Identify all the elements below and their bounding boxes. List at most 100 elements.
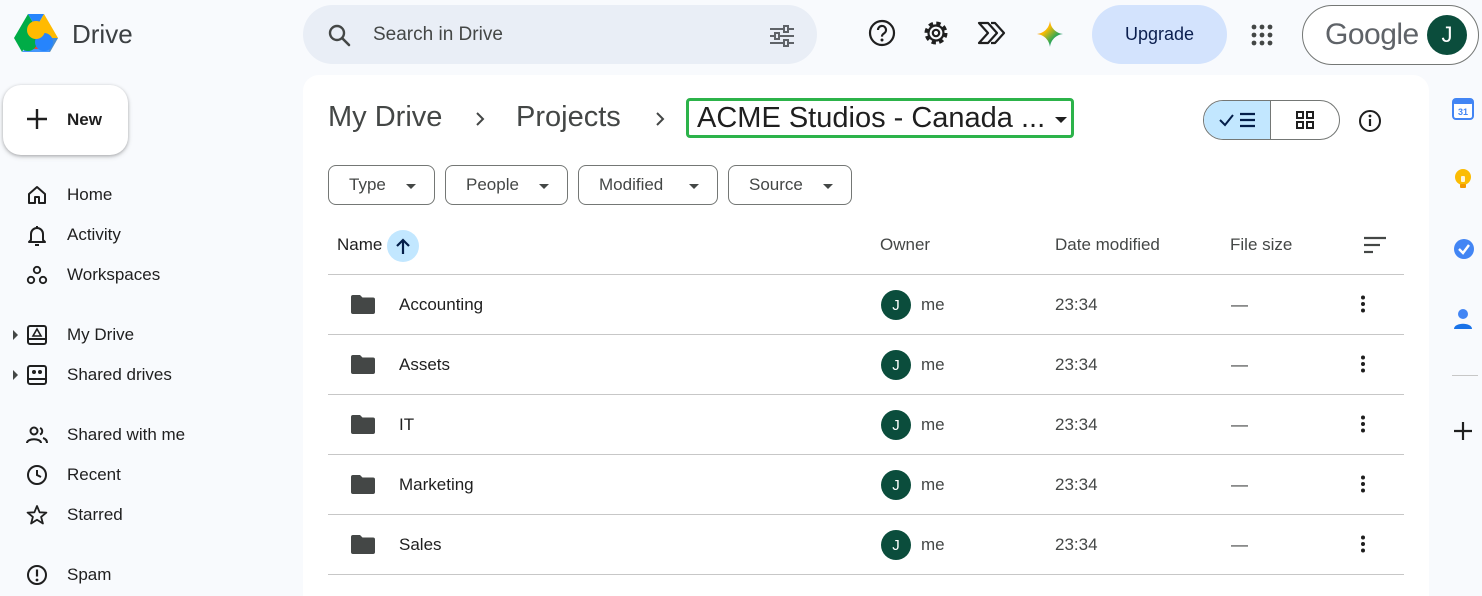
clock-icon (27, 465, 47, 485)
table-row[interactable]: Accounting J me 23:34 — (328, 274, 1404, 334)
sidebar-item-spam[interactable]: Spam (0, 557, 290, 593)
column-header-date-modified[interactable]: Date modified (1055, 235, 1160, 255)
table-row[interactable]: Marketing J me 23:34 — (328, 454, 1404, 514)
sort-options-icon[interactable] (1363, 236, 1387, 254)
info-icon[interactable] (1358, 109, 1382, 133)
tune-icon[interactable] (769, 25, 795, 47)
breadcrumb-my-drive[interactable]: My Drive (328, 101, 442, 134)
breadcrumb-current-folder[interactable]: ACME Studios - Canada ... (686, 98, 1074, 138)
calendar-icon[interactable]: 31 (1452, 98, 1474, 120)
file-size: — (1231, 535, 1248, 554)
expand-caret-icon[interactable] (13, 330, 18, 340)
sidebar-item-label: Shared with me (67, 425, 186, 444)
main-panel: My Drive Projects ACME Studios - Canada … (303, 75, 1429, 596)
sidebar-item-label: Recent (67, 465, 121, 484)
column-header-name[interactable]: Name (337, 235, 382, 255)
folder-icon (351, 415, 375, 434)
spam-icon (27, 565, 47, 585)
owner-name: me (921, 355, 945, 374)
more-options-icon[interactable] (1360, 535, 1366, 553)
file-name[interactable]: Accounting (399, 295, 483, 315)
new-button-label: New (67, 110, 102, 129)
search-icon[interactable] (327, 23, 351, 47)
file-name[interactable]: IT (399, 415, 414, 435)
more-options-icon[interactable] (1360, 355, 1366, 373)
search-bar[interactable]: Search in Drive (303, 5, 817, 64)
file-size: — (1231, 355, 1248, 374)
breadcrumb-projects[interactable]: Projects (516, 101, 621, 134)
app-name: Drive (72, 18, 133, 49)
home-icon (28, 186, 46, 204)
list-view-button[interactable] (1204, 101, 1272, 139)
more-options-icon[interactable] (1360, 295, 1366, 313)
settings-icon[interactable] (922, 19, 950, 47)
upgrade-button[interactable]: Upgrade (1092, 5, 1227, 64)
add-icon[interactable] (1452, 420, 1474, 442)
folder-icon (351, 535, 375, 554)
dropdown-arrow-icon (539, 184, 549, 189)
sidebar-item-recent[interactable]: Recent (0, 457, 290, 493)
file-name[interactable]: Sales (399, 535, 442, 555)
filter-modified[interactable]: Modified (578, 165, 718, 205)
chevron-right-icon (656, 112, 665, 126)
filter-label: People (466, 175, 519, 194)
filter-source[interactable]: Source (728, 165, 852, 205)
table-row[interactable]: Assets J me 23:34 — (328, 334, 1404, 394)
sidebar-item-shared-drives[interactable]: Shared drives (0, 357, 290, 393)
sidebar-item-label: Activity (67, 225, 121, 244)
sidebar-item-shared-with-me[interactable]: Shared with me (0, 417, 290, 453)
sidebar-item-activity[interactable]: Activity (0, 217, 290, 253)
chevron-right-icon (476, 112, 485, 126)
arrow-up-icon (396, 238, 410, 254)
filter-label: Type (349, 175, 386, 194)
view-toggle[interactable] (1203, 100, 1340, 140)
owner-avatar: J (881, 350, 911, 380)
grid-view-button[interactable] (1271, 101, 1339, 139)
avatar[interactable]: J (1427, 15, 1467, 55)
sidebar-item-label: Home (67, 185, 113, 204)
sidebar-item-label: My Drive (67, 325, 135, 344)
gemini-icon[interactable] (1037, 21, 1063, 47)
new-button[interactable]: New (3, 85, 128, 155)
file-size: — (1231, 295, 1248, 314)
help-icon[interactable] (868, 19, 896, 47)
owner-avatar: J (881, 410, 911, 440)
contacts-icon[interactable] (1452, 307, 1474, 331)
sort-ascending-button[interactable] (387, 230, 419, 262)
expand-caret-icon[interactable] (13, 370, 18, 380)
filter-type[interactable]: Type (328, 165, 435, 205)
drive-logo-icon (14, 14, 58, 52)
owner-avatar: J (881, 530, 911, 560)
filter-label: Source (749, 175, 803, 194)
keep-icon[interactable] (1452, 167, 1474, 191)
sidebar-item-workspaces[interactable]: Workspaces (0, 257, 290, 293)
table-row[interactable]: Sales J me 23:34 — (328, 514, 1404, 574)
sidebar-item-home[interactable]: Home (0, 177, 290, 213)
column-header-file-size[interactable]: File size (1230, 235, 1292, 255)
shortcut-icon[interactable] (976, 19, 1006, 47)
dropdown-arrow-icon (406, 184, 416, 189)
file-name[interactable]: Assets (399, 355, 450, 375)
shared-drives-icon (27, 365, 47, 385)
table-row[interactable]: IT J me 23:34 — (328, 394, 1404, 454)
apps-grid-icon[interactable] (1251, 24, 1273, 46)
star-icon (26, 505, 48, 525)
plus-icon (27, 109, 47, 129)
table-bottom-divider (328, 574, 1404, 575)
folder-icon (351, 355, 375, 374)
check-list-icon (1219, 112, 1255, 128)
sidebar-item-starred[interactable]: Starred (0, 497, 290, 533)
calendar-day: 31 (1458, 107, 1468, 117)
search-input[interactable]: Search in Drive (373, 24, 503, 46)
account-switcher[interactable]: Google J (1302, 5, 1479, 65)
filter-people[interactable]: People (445, 165, 568, 205)
file-name[interactable]: Marketing (399, 475, 474, 495)
tasks-icon[interactable] (1452, 237, 1476, 261)
more-options-icon[interactable] (1360, 475, 1366, 493)
drive-logo[interactable]: Drive (14, 14, 133, 54)
sidebar-item-my-drive[interactable]: My Drive (0, 317, 290, 353)
filter-label: Modified (599, 175, 664, 194)
side-panel-divider (1452, 375, 1478, 376)
file-size: — (1231, 475, 1248, 494)
more-options-icon[interactable] (1360, 415, 1366, 433)
